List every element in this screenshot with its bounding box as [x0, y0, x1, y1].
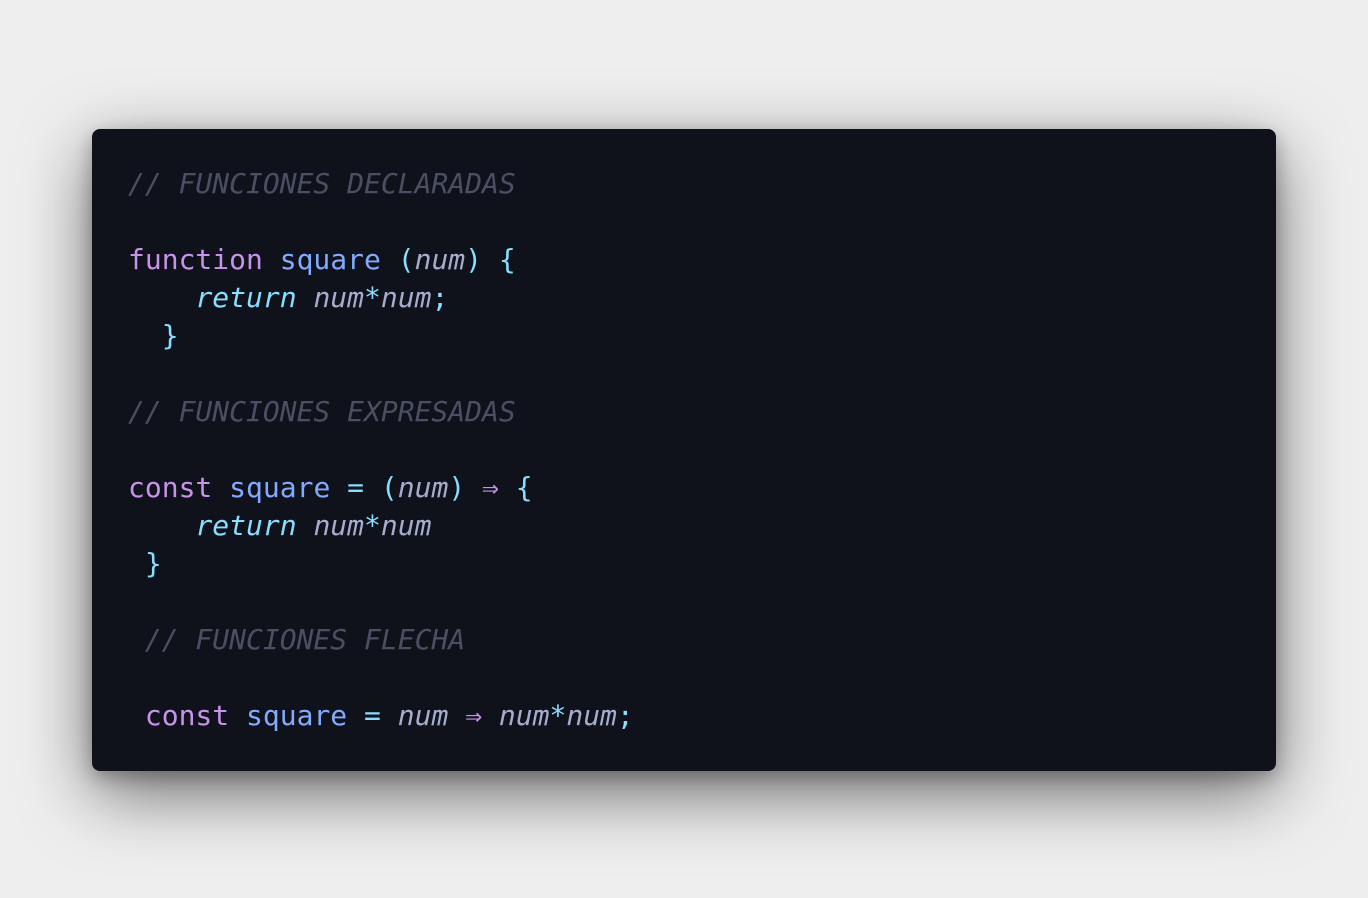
function-name-token: square	[229, 471, 331, 504]
punctuation-token: (	[380, 471, 398, 504]
code-window: // FUNCIONES DECLARADAS function square (…	[92, 129, 1276, 771]
code-line: const square = (num) ⇒ {	[128, 469, 634, 507]
code-line: }	[128, 545, 634, 583]
punctuation-token: )	[448, 471, 466, 504]
punctuation-token: {	[515, 471, 533, 504]
punctuation-token: {	[498, 243, 516, 276]
operator-token: *	[364, 281, 381, 314]
code-comment: // FUNCIONES FLECHA	[144, 623, 466, 656]
operator-token: =	[347, 471, 365, 504]
code-line: // FUNCIONES FLECHA	[128, 621, 634, 659]
parameter-token: num	[414, 243, 466, 276]
punctuation-token: ;	[616, 699, 634, 732]
return-keyword-token: return	[195, 509, 297, 542]
identifier-token: num	[313, 281, 365, 314]
operator-token: =	[364, 699, 381, 732]
identifier-token: num	[566, 699, 617, 732]
code-comment: // FUNCIONES DECLARADAS	[128, 167, 516, 200]
identifier-token: num	[498, 699, 550, 732]
identifier-token: num	[380, 509, 432, 542]
identifier-token: num	[397, 699, 449, 732]
function-name-token: square	[246, 699, 348, 732]
keyword-token: const	[144, 699, 230, 732]
identifier-token: num	[313, 509, 365, 542]
punctuation-token: )	[465, 243, 483, 276]
code-line: return num*num;	[128, 279, 634, 317]
code-line: return num*num	[128, 507, 634, 545]
operator-token: *	[364, 509, 381, 542]
code-line: }	[128, 317, 634, 355]
code-line: // FUNCIONES EXPRESADAS	[128, 393, 634, 431]
keyword-token: const	[128, 471, 213, 504]
code-block: // FUNCIONES DECLARADAS function square (…	[128, 165, 634, 735]
code-line: // FUNCIONES DECLARADAS	[128, 165, 634, 203]
arrow-operator-token: ⇒	[482, 471, 499, 504]
keyword-token: function	[128, 243, 263, 276]
code-comment: // FUNCIONES EXPRESADAS	[128, 395, 516, 428]
parameter-token: num	[397, 471, 449, 504]
function-name-token: square	[279, 243, 381, 276]
code-line: const square = num ⇒ num*num;	[128, 697, 634, 735]
code-line: function square (num) {	[128, 241, 634, 279]
punctuation-token: }	[144, 547, 162, 580]
punctuation-token: }	[161, 319, 179, 352]
operator-token: *	[549, 699, 567, 732]
return-keyword-token: return	[195, 281, 297, 314]
punctuation-token: ;	[431, 281, 449, 314]
identifier-token: num	[380, 281, 432, 314]
punctuation-token: (	[397, 243, 415, 276]
arrow-operator-token: ⇒	[465, 699, 483, 732]
